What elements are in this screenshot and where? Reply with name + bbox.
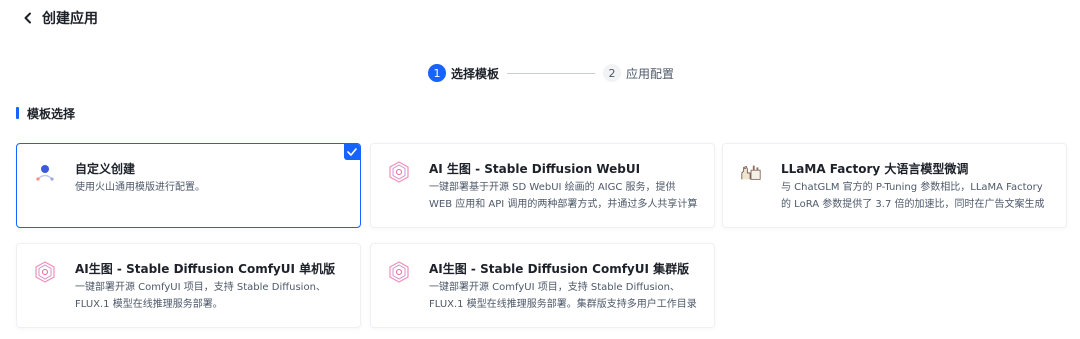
step-label: 应用配置 <box>626 66 675 81</box>
stable-diffusion-icon <box>388 261 410 283</box>
card-description: 使用火山通用模版进行配置。 <box>75 182 205 193</box>
template-card-comfyui-cluster[interactable]: AI生图 - Stable Diffusion ComfyUI 集群版 一键部署… <box>370 243 715 328</box>
back-button[interactable] <box>20 10 36 26</box>
card-description: 一键部署基于开源 SD WebUI 绘画的 AIGC 服务，提供 WEB 应用和… <box>429 182 698 210</box>
section-accent-bar <box>16 107 19 119</box>
step-select-template[interactable]: 1 选择模板 <box>428 64 499 82</box>
custom-create-icon <box>34 161 56 183</box>
card-description: 一键部署开源 ComfyUI 项目，支持 Stable Diffusion、FL… <box>429 282 697 310</box>
chevron-left-icon <box>24 12 31 24</box>
stable-diffusion-icon <box>388 161 410 183</box>
step-app-config[interactable]: 2 应用配置 <box>603 64 674 82</box>
section-title: 模板选择 <box>27 106 76 121</box>
page-title: 创建应用 <box>42 11 98 27</box>
step-number: 2 <box>603 64 622 82</box>
card-title: AI生图 - Stable Diffusion ComfyUI 单机版 <box>75 262 336 276</box>
step-label: 选择模板 <box>451 66 500 81</box>
section-header: 模板选择 <box>16 106 76 121</box>
card-title: 自定义创建 <box>75 162 136 176</box>
stepper: 1 选择模板 2 应用配置 <box>428 63 674 83</box>
template-card-llama-factory[interactable]: LLaMA Factory 大语言模型微调 与 ChatGLM 官方的 P-Tu… <box>722 143 1067 228</box>
step-number: 1 <box>428 64 446 82</box>
card-title: AI 生图 - Stable Diffusion WebUI <box>429 162 641 176</box>
card-title: AI生图 - Stable Diffusion ComfyUI 集群版 <box>429 262 690 276</box>
llama-icon <box>740 161 762 183</box>
template-card-sd-webui[interactable]: AI 生图 - Stable Diffusion WebUI 一键部署基于开源 … <box>370 143 715 228</box>
stable-diffusion-icon <box>34 261 56 283</box>
selected-check-icon <box>344 144 360 160</box>
template-card-comfyui-single[interactable]: AI生图 - Stable Diffusion ComfyUI 单机版 一键部署… <box>16 243 361 328</box>
card-description: 一键部署开源 ComfyUI 项目，支持 Stable Diffusion、FL… <box>75 282 326 310</box>
create-app-page: 创建应用 1 选择模板 2 应用配置 模板选择 自定义创建 使用火山通用模版进行… <box>0 0 1080 339</box>
page-header: 创建应用 <box>20 8 98 28</box>
card-title: LLaMA Factory 大语言模型微调 <box>781 162 969 176</box>
template-card-custom[interactable]: 自定义创建 使用火山通用模版进行配置。 <box>16 143 361 228</box>
step-connector <box>507 72 596 74</box>
card-description: 与 ChatGLM 官方的 P-Tuning 参数相比，LLaMA Factor… <box>781 182 1045 210</box>
